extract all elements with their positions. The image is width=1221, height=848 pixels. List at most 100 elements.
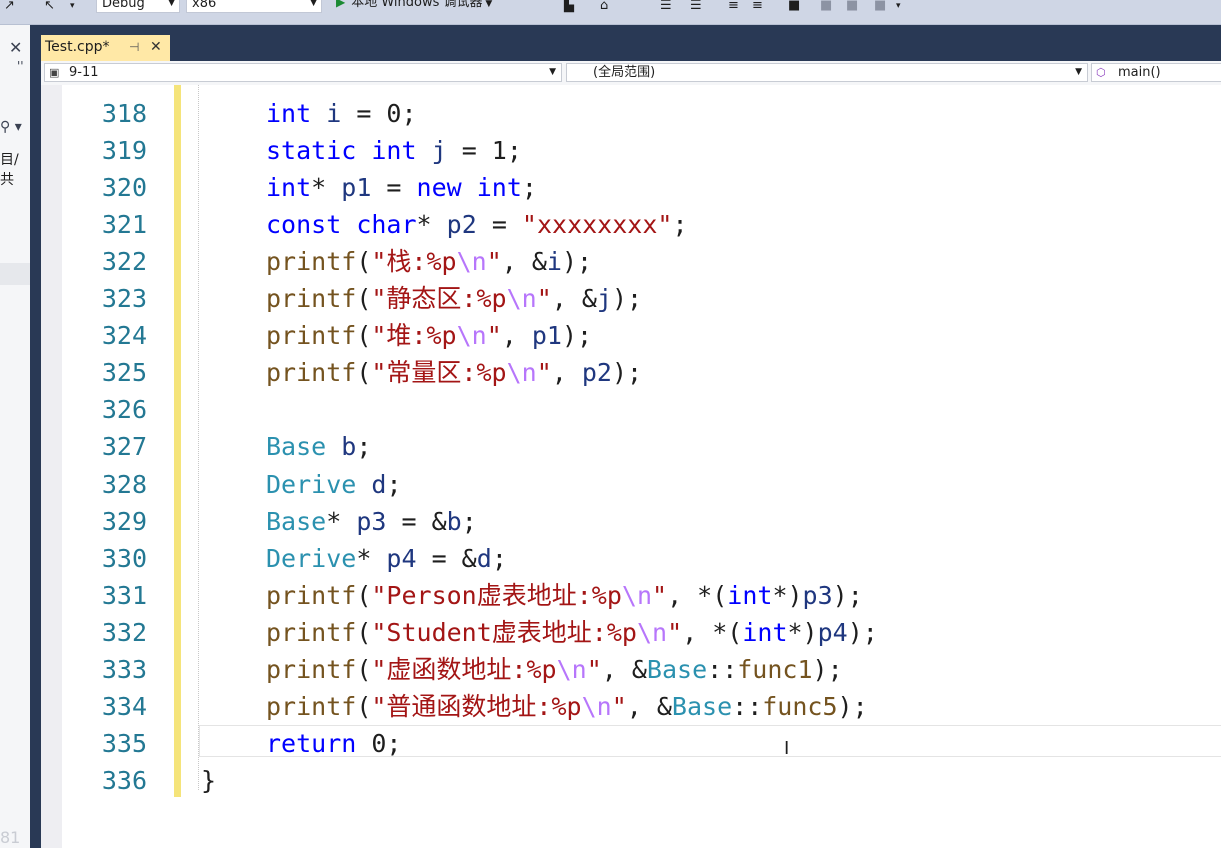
code-token: static [266, 136, 357, 165]
scope-dropdown[interactable]: (全局范围) ▼ [566, 63, 1088, 82]
line-number: 323 [101, 284, 147, 313]
code-line[interactable]: printf("虚函数地址:%p\n", &Base::func1); [266, 651, 843, 688]
code-token: ); [611, 358, 643, 387]
line-number: 328 [101, 470, 147, 499]
code-token: , & [601, 655, 647, 684]
code-token: printf [266, 284, 357, 313]
chevron-down-icon[interactable]: ▾ [70, 0, 75, 14]
home-icon[interactable]: ⌂ [600, 0, 608, 14]
uncomment-icon[interactable]: ≡ [752, 0, 763, 14]
code-token: ); [812, 655, 843, 684]
line-number: 336 [101, 766, 147, 795]
code-token: func5 [762, 692, 838, 721]
code-token: b [446, 507, 462, 536]
code-token: ; [672, 210, 688, 239]
code-token: *) [772, 581, 803, 610]
code-token: int [371, 136, 417, 165]
code-token: ; [386, 470, 402, 499]
code-token: p2 [446, 210, 477, 239]
undo-icon[interactable]: ↖ [44, 0, 55, 14]
panel-text-fragment: 目/共 [0, 152, 19, 188]
code-line[interactable]: printf("Student虚表地址:%p\n", *(int*)p4); [266, 614, 878, 651]
code-token: p3 [356, 507, 387, 536]
prev-bookmark-icon[interactable]: ■ [820, 0, 832, 14]
code-line[interactable]: return 0; [266, 725, 401, 762]
code-token: 0; [356, 729, 402, 758]
code-token: Base [266, 507, 327, 536]
function-dropdown[interactable]: ⬡ main() [1091, 63, 1221, 82]
chevron-down-icon: ▼ [549, 67, 556, 77]
code-line[interactable]: printf("普通函数地址:%p\n", &Base::func5); [266, 688, 868, 725]
code-line[interactable]: Derive d; [266, 466, 402, 503]
code-token: , & [626, 692, 672, 721]
line-number: 318 [101, 99, 147, 128]
tab-test-cpp[interactable]: Test.cpp* ⊣ ✕ [41, 35, 170, 61]
text-cursor-icon: I [784, 738, 790, 759]
indent-icon[interactable]: ☰ [690, 0, 702, 14]
outdent-icon[interactable]: ☰ [660, 0, 672, 14]
code-token: i [546, 247, 562, 276]
quote-icon: '' [17, 59, 24, 73]
code-editor[interactable]: 318 int i = 0; 319 static int j = 1; 320 int*… [41, 85, 1221, 848]
code-token: ; [356, 432, 372, 461]
project-scope: 9-11 [69, 65, 99, 80]
line-number: 332 [101, 618, 147, 647]
code-token: ( [356, 358, 372, 387]
code-token: " [652, 581, 668, 610]
code-token: p4 [386, 544, 417, 573]
code-line[interactable]: printf("静态区:%p\n", &j); [266, 280, 642, 317]
code-line[interactable]: int* p1 = new int; [266, 169, 537, 206]
code-line[interactable]: printf("常量区:%p\n", p2); [266, 354, 642, 391]
code-token: ( [356, 284, 372, 313]
function-icon: ⬡ [1096, 66, 1106, 79]
code-token: p1 [341, 173, 372, 202]
document-tab-strip: Test.cpp* ⊣ ✕ [41, 25, 1221, 61]
code-token: *) [787, 618, 818, 647]
code-token: = [371, 173, 417, 202]
panel-divider[interactable] [30, 25, 41, 848]
search-icon[interactable]: ⚲ ▾ [0, 119, 22, 135]
code-token: b [341, 432, 357, 461]
clear-bookmarks-icon[interactable]: ■ [874, 0, 886, 14]
code-token: int [742, 618, 788, 647]
code-token: "虚函数地址:%p [371, 655, 557, 684]
start-debugging-button[interactable]: ▶ 本地 Windows 调试器 ▼ [336, 0, 492, 13]
code-line[interactable]: Base* p3 = &b; [266, 503, 477, 540]
browse-icon[interactable]: ▙ [564, 0, 574, 14]
code-token: Derive [266, 544, 357, 573]
code-line[interactable]: const char* p2 = "xxxxxxxx"; [266, 206, 688, 243]
pin-icon[interactable]: ⊣ [129, 35, 139, 59]
closing-brace: } [201, 766, 217, 795]
code-token: \n [556, 655, 587, 684]
close-icon[interactable]: ✕ [150, 35, 162, 59]
bookmark-icon[interactable]: ■ [788, 0, 800, 14]
toolbar: ↗ ↖ ▾ Debug ▼ x86 ▼ ▶ 本地 Windows 调试器 ▼ ▙ … [0, 0, 1221, 25]
code-token: p3 [802, 581, 833, 610]
close-icon[interactable]: ✕ [9, 38, 22, 57]
configuration-dropdown[interactable]: Debug ▼ [96, 0, 180, 13]
code-token: = & [386, 507, 447, 536]
solution-explorer-panel: ✕ '' ⚲ ▾ 目/共 81 [0, 25, 30, 848]
code-line[interactable]: printf("堆:%p\n", p1); [266, 317, 592, 354]
platform-dropdown[interactable]: x86 ▼ [186, 0, 322, 13]
code-token: printf [266, 655, 357, 684]
selected-row[interactable] [0, 263, 30, 285]
redo-icon[interactable]: ↗ [4, 0, 15, 14]
comment-icon[interactable]: ≡ [728, 0, 739, 14]
code-token: ); [561, 321, 593, 350]
code-token: , *( [667, 581, 728, 610]
code-token: ; [461, 507, 477, 536]
code-line[interactable]: printf("栈:%p\n", &i); [266, 243, 592, 280]
code-line[interactable]: Derive* p4 = &d; [266, 540, 507, 577]
indicator-margin[interactable] [41, 85, 62, 848]
code-line[interactable]: printf("Person虚表地址:%p\n", *(int*)p3); [266, 577, 863, 614]
code-line[interactable]: static int j = 1; [266, 132, 522, 169]
chevron-down-icon[interactable]: ▾ [896, 0, 901, 14]
project-dropdown[interactable]: ▣ 9-11 ▼ [44, 63, 562, 82]
project-icon: ▣ [49, 66, 60, 79]
next-bookmark-icon[interactable]: ■ [846, 0, 858, 14]
code-line[interactable]: Base b; [266, 428, 371, 465]
code-line[interactable]: int i = 0; [266, 95, 417, 132]
